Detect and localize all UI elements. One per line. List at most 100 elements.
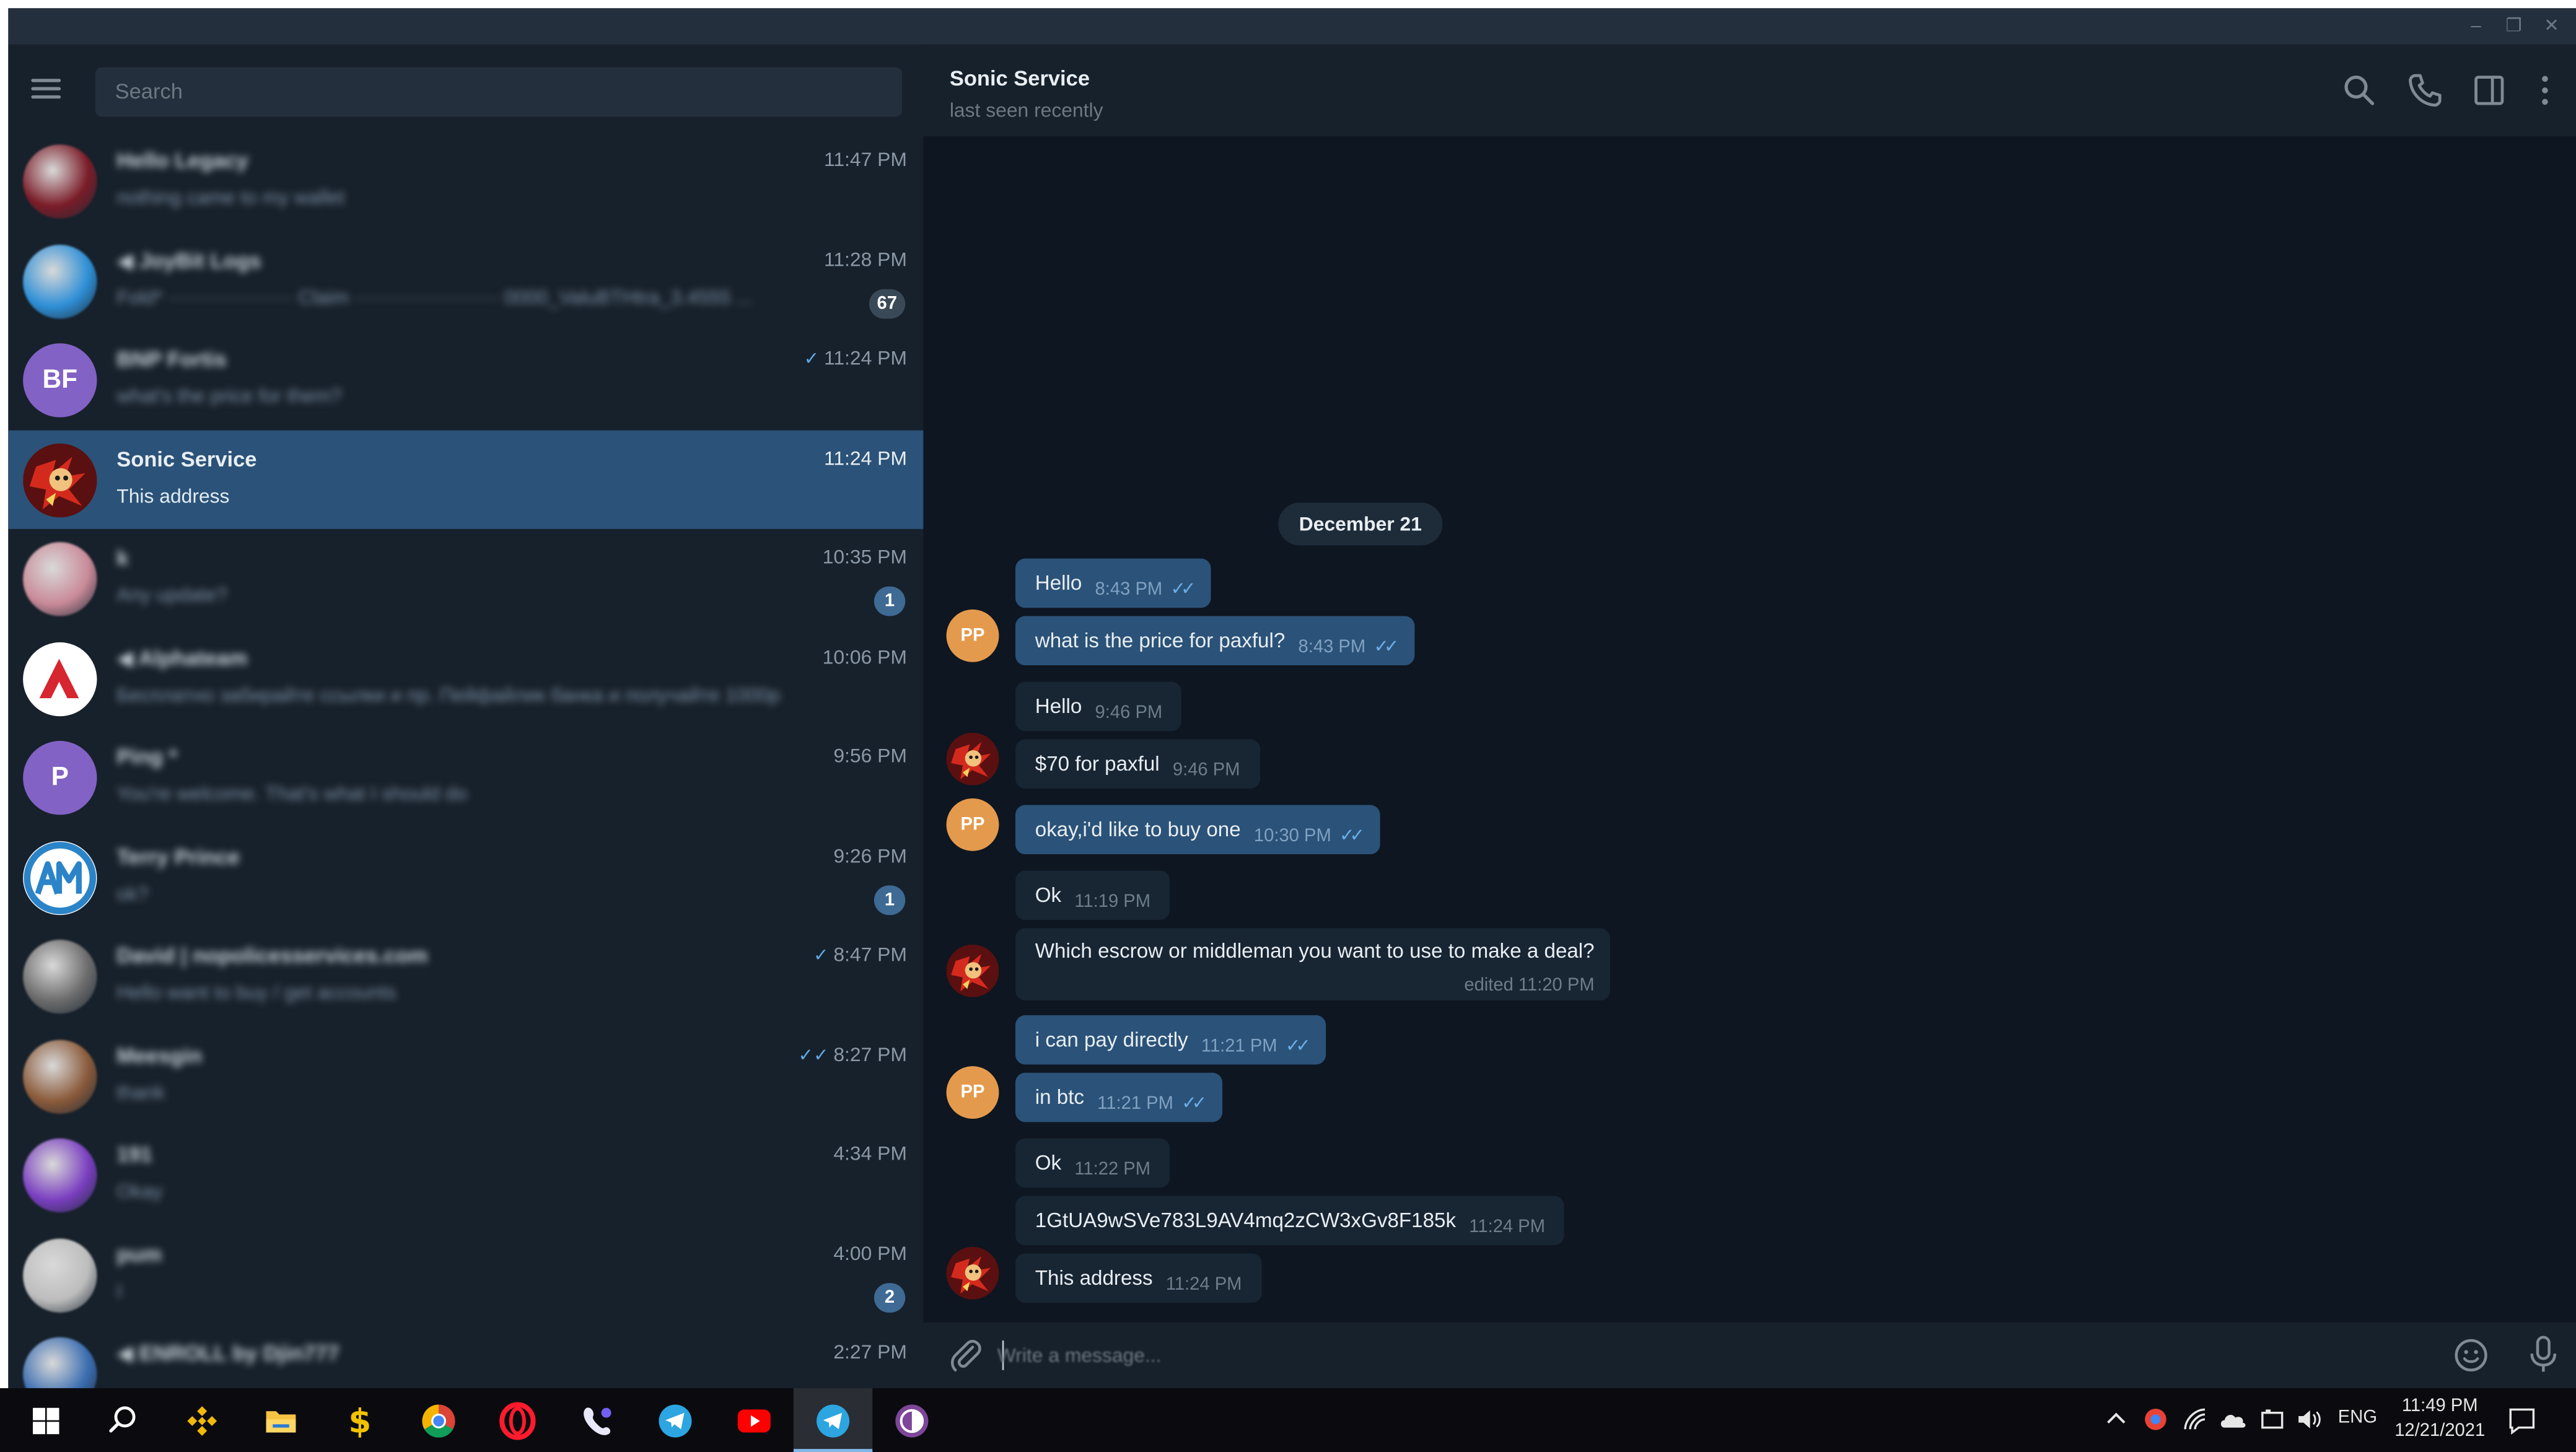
incoming-message[interactable]: Ok 11:22 PM: [1015, 1138, 1170, 1188]
chat-item[interactable]: BF BNP Fortis what's the price for them? ✓ 1…: [8, 330, 923, 429]
chat-item[interactable]: pum I 4:00 PM 2: [8, 1225, 923, 1323]
double-check-icon: ✓✓: [1170, 580, 1196, 600]
menu-icon: [31, 95, 61, 99]
chat-item[interactable]: P Ping * You're welcome. That's what I sho…: [8, 728, 923, 826]
avatar: [23, 1039, 97, 1113]
phone-icon[interactable]: [2406, 71, 2445, 110]
unread-badge: 67: [869, 288, 906, 318]
dollar-app-icon[interactable]: $: [337, 1398, 383, 1444]
chat-item[interactable]: ◀ ENROLL by Djin777 2:27 PM: [8, 1324, 923, 1388]
incoming-message[interactable]: Which escrow or middleman you want to us…: [1015, 928, 1611, 1001]
chat-item[interactable]: ◀ JoyBit Logs Fold* ··················· C…: [8, 231, 923, 330]
message-avatar[interactable]: [946, 1246, 999, 1300]
title-bar: – ❐ ✕: [8, 8, 2576, 45]
chat-preview: Fold* ··················· Claim ········…: [116, 285, 753, 308]
chat-time-text: 4:34 PM: [833, 1142, 907, 1165]
tor-browser-icon[interactable]: [889, 1398, 935, 1444]
message-avatar[interactable]: [946, 944, 999, 997]
chat-item[interactable]: 191 Okay 4:34 PM: [8, 1126, 923, 1224]
youtube-icon[interactable]: [731, 1398, 777, 1444]
windows-start-icon[interactable]: [23, 1398, 69, 1444]
incoming-message[interactable]: Hello 9:46 PM: [1015, 681, 1183, 732]
chat-preview: what's the price for them?: [116, 384, 342, 408]
incoming-message[interactable]: 1GtUA9wSVe783L9AV4mq2zCW3xGv8F185k 11:24 …: [1015, 1196, 1565, 1246]
network-icon[interactable]: [2182, 1406, 2208, 1432]
avatar-initials: P: [51, 764, 69, 792]
avatar: [23, 840, 97, 914]
chat-header[interactable]: Sonic Service last seen recently: [923, 44, 2576, 137]
chat-item[interactable]: Terry Prince ok? 9:26 PM 1: [8, 827, 923, 925]
chat-item[interactable]: David | nopolicesservices.com Hello want …: [8, 927, 923, 1025]
search-icon[interactable]: [100, 1398, 146, 1444]
microphone-icon[interactable]: [2523, 1334, 2563, 1376]
message-time: 11:24 PM: [1469, 1217, 1546, 1237]
chat-time: 2:27 PM: [833, 1340, 907, 1363]
message-time: 9:46 PM: [1172, 760, 1240, 781]
chat-name: ◀ JoyBit Logs: [116, 247, 261, 272]
outgoing-message[interactable]: in btc 11:21 PM ✓✓: [1015, 1072, 1222, 1122]
incoming-message[interactable]: $70 for paxful 9:46 PM: [1015, 739, 1260, 789]
chat-preview: Any update?: [116, 583, 228, 606]
outgoing-message[interactable]: okay,i'd like to buy one 10:30 PM ✓✓: [1015, 805, 1380, 855]
opera-icon[interactable]: [494, 1398, 540, 1444]
message-avatar[interactable]: PP: [946, 798, 999, 851]
more-options-icon[interactable]: [2525, 71, 2565, 110]
sidebar-toggle-icon[interactable]: [2469, 71, 2509, 110]
incoming-message[interactable]: This address 11:24 PM: [1015, 1253, 1262, 1303]
search-icon[interactable]: [2339, 71, 2379, 110]
chat-item[interactable]: Hello Legacy nothing came to my wallet 11:…: [8, 131, 923, 230]
chat-time-text: 8:27 PM: [833, 1042, 907, 1065]
avatar: [23, 1238, 97, 1312]
onedrive-icon[interactable]: [2218, 1408, 2248, 1431]
telegram-desktop-icon[interactable]: [810, 1398, 856, 1444]
emoji-icon[interactable]: [2451, 1336, 2491, 1375]
avatar-initials: BF: [42, 366, 78, 395]
close-button[interactable]: ✕: [2537, 13, 2567, 39]
message-avatar[interactable]: PP: [946, 1066, 999, 1119]
chat-item[interactable]: Meesgin thank ✓✓ 8:27 PM: [8, 1026, 923, 1124]
chat-time-text: 11:47 PM: [824, 147, 907, 171]
main-menu-button[interactable]: [31, 74, 67, 103]
chat-item-active[interactable]: Sonic Service This address 11:24 PM: [8, 429, 924, 528]
chat-time: 9:26 PM: [833, 844, 907, 867]
read-check-icon: ✓: [804, 349, 820, 370]
incoming-message[interactable]: Ok 11:19 PM: [1015, 870, 1170, 921]
restore-button[interactable]: ❐: [2499, 13, 2529, 39]
chat-item[interactable]: ◀ Alphateam Бесплатно забирайте ссылки и …: [8, 628, 923, 727]
message-input[interactable]: Write a message...: [997, 1339, 2411, 1371]
tray-chevron-up-icon[interactable]: [2105, 1408, 2127, 1431]
clock-date: 12/21/2021: [2394, 1420, 2486, 1441]
message-avatar[interactable]: [946, 732, 999, 785]
avatar: [23, 442, 97, 517]
chat-title[interactable]: Sonic Service: [950, 66, 1090, 90]
double-check-icon: ✓✓: [1285, 1036, 1311, 1057]
chat-item[interactable]: k Any update? 10:35 PM 1: [8, 529, 923, 628]
outgoing-message[interactable]: what is the price for paxful? 8:43 PM ✓✓: [1015, 616, 1414, 666]
unread-badge: 1: [874, 586, 906, 616]
file-explorer-icon[interactable]: [258, 1398, 304, 1444]
avatar-initials: PP: [960, 1082, 985, 1103]
message-time: 8:43 PM: [1298, 637, 1366, 657]
chrome-icon[interactable]: [416, 1398, 462, 1444]
message-avatar[interactable]: PP: [946, 609, 999, 662]
binance-icon[interactable]: [179, 1398, 225, 1444]
minimize-button[interactable]: –: [2461, 13, 2491, 39]
paperclip-icon[interactable]: [947, 1336, 986, 1375]
message-text: $70 for paxful: [1035, 752, 1160, 776]
telegram-icon[interactable]: [652, 1398, 698, 1444]
tray-app-icon[interactable]: [2142, 1406, 2168, 1432]
chat-time-text: 10:35 PM: [822, 545, 907, 569]
outgoing-message[interactable]: i can pay directly 11:21 PM ✓✓: [1015, 1015, 1326, 1065]
outgoing-message[interactable]: Hello 8:43 PM ✓✓: [1015, 558, 1211, 608]
volume-icon[interactable]: [2295, 1408, 2325, 1431]
notification-center-icon[interactable]: [2507, 1406, 2537, 1436]
search-input[interactable]: Search: [95, 67, 902, 117]
svg-text:$: $: [348, 1402, 371, 1441]
chat-name: David | nopolicesservices.com: [116, 943, 428, 968]
system-clock[interactable]: 11:49 PM 12/21/2021: [2391, 1395, 2489, 1445]
message-text: i can pay directly: [1035, 1028, 1188, 1052]
language-indicator[interactable]: ENG: [2338, 1408, 2377, 1428]
chat-name: pum: [116, 1241, 162, 1266]
battery-icon[interactable]: [2258, 1408, 2287, 1431]
viber-icon[interactable]: [574, 1398, 620, 1444]
